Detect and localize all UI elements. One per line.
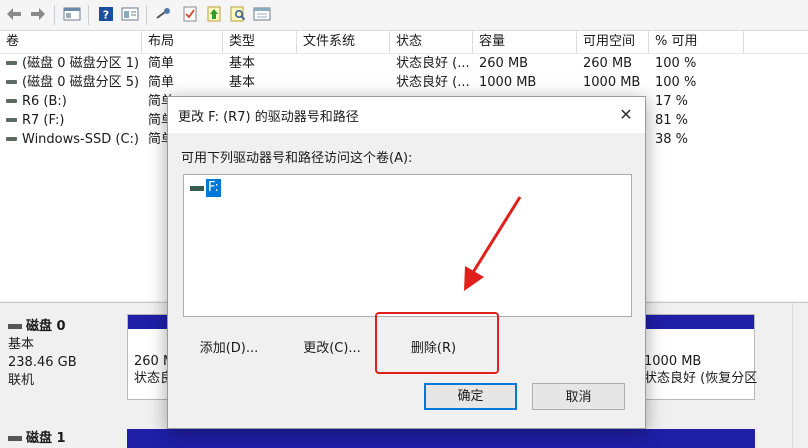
annotation-arrow-icon bbox=[464, 196, 522, 291]
